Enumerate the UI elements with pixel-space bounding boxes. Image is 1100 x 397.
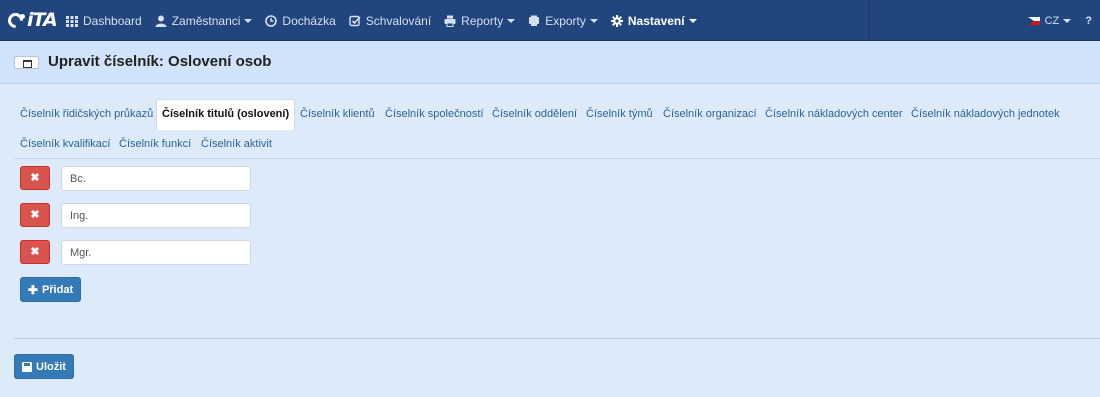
logo-c-mark	[4, 9, 27, 31]
delete-button[interactable]: ✖	[20, 240, 50, 264]
nav-right: CZ ?	[1027, 0, 1100, 41]
nav-label: Zaměstnanci	[171, 13, 241, 28]
nav-label: Docházka	[282, 13, 336, 28]
add-button[interactable]: ✚ Přidat	[20, 277, 81, 302]
tab-ridicske-prukazy[interactable]: Číselník řidičských průkazů	[14, 99, 159, 130]
form-icon	[14, 56, 39, 69]
chevron-down-icon	[244, 18, 253, 23]
export-icon	[528, 15, 540, 27]
title-value-input[interactable]	[61, 203, 251, 228]
page-header: Upravit číselník: Oslovení osob	[0, 41, 1100, 84]
delete-button[interactable]: ✖	[20, 166, 50, 190]
tab-nakladova-centra[interactable]: Číselník nákladových center	[759, 99, 909, 130]
nav-label: Dashboard	[83, 13, 142, 28]
title-value-input[interactable]	[61, 240, 251, 265]
nav-item-zamestnanci[interactable]: Zaměstnanci	[155, 14, 253, 28]
tab-aktivity[interactable]: Číselník aktivit	[195, 129, 278, 160]
nav-item-reporty[interactable]: Reporty	[444, 13, 516, 28]
nav-label: Reporty	[461, 13, 504, 28]
delete-button[interactable]: ✖	[20, 203, 50, 227]
clock-icon	[265, 14, 278, 27]
nav-item-dochazka[interactable]: Docházka	[265, 13, 336, 28]
nav-item-exporty[interactable]: Exporty	[528, 14, 598, 28]
nav-label: Schvalování	[365, 13, 432, 28]
grid-icon	[66, 15, 78, 27]
tab-klienti[interactable]: Číselník klientů	[294, 99, 381, 130]
nav-item-schvalovani[interactable]: Schvalování	[349, 14, 431, 28]
nav-label: Exporty	[545, 13, 586, 28]
chevron-down-icon	[589, 18, 598, 23]
close-icon: ✖	[30, 172, 40, 184]
tabs-divider	[14, 158, 1100, 159]
floppy-disk-icon	[22, 361, 33, 372]
logo-text: iTA	[27, 9, 58, 31]
nav-item-nastaveni[interactable]: Nastavení	[610, 13, 697, 28]
tab-kvalifikace[interactable]: Číselník kvalifikací	[14, 129, 116, 160]
close-icon: ✖	[30, 209, 40, 221]
brand-logo[interactable]: iTA	[4, 8, 58, 32]
add-button-label: Přidat	[41, 283, 74, 296]
nav-item-dashboard[interactable]: Dashboard	[66, 14, 142, 28]
tab-nakladove-jednotky[interactable]: Číselník nákladových jednotek	[905, 99, 1066, 130]
save-button-label: Uložit	[36, 360, 66, 373]
user-icon	[155, 15, 167, 27]
top-navbar: iTA Dashboard Zaměstnanci Docházka Schva…	[0, 0, 1100, 41]
title-value-input[interactable]	[61, 166, 251, 191]
chevron-down-icon	[688, 18, 697, 23]
save-button[interactable]: Uložit	[14, 354, 74, 379]
tab-spolecnosti[interactable]: Číselník společností	[379, 99, 489, 130]
chevron-down-icon	[1063, 18, 1072, 23]
gear-icon	[610, 14, 623, 27]
nav-divider	[869, 0, 870, 41]
language-dropdown[interactable]: CZ	[1027, 14, 1072, 27]
main-nav: Dashboard Zaměstnanci Docházka Schvalová…	[66, 0, 710, 41]
check-square-icon	[349, 15, 361, 27]
help-link[interactable]: ?	[1085, 15, 1092, 27]
form-separator	[14, 338, 1100, 339]
chevron-down-icon	[507, 18, 516, 23]
tab-tymy[interactable]: Číselník týmů	[580, 99, 659, 130]
printer-icon	[444, 15, 456, 27]
language-label: CZ	[1044, 14, 1060, 27]
nav-label: Nastavení	[627, 13, 685, 28]
tab-tituly-osloveni[interactable]: Číselník titulů (oslovení)	[156, 99, 296, 130]
page-title: Upravit číselník: Oslovení osob	[48, 53, 272, 70]
tab-oddeleni[interactable]: Číselník oddělení	[486, 99, 583, 130]
plus-icon: ✚	[27, 282, 38, 297]
czech-flag-icon	[1027, 16, 1040, 25]
close-icon: ✖	[30, 246, 40, 258]
tab-funkce[interactable]: Číselník funkcí	[113, 129, 197, 160]
tab-organizace[interactable]: Číselník organizací	[657, 99, 763, 130]
